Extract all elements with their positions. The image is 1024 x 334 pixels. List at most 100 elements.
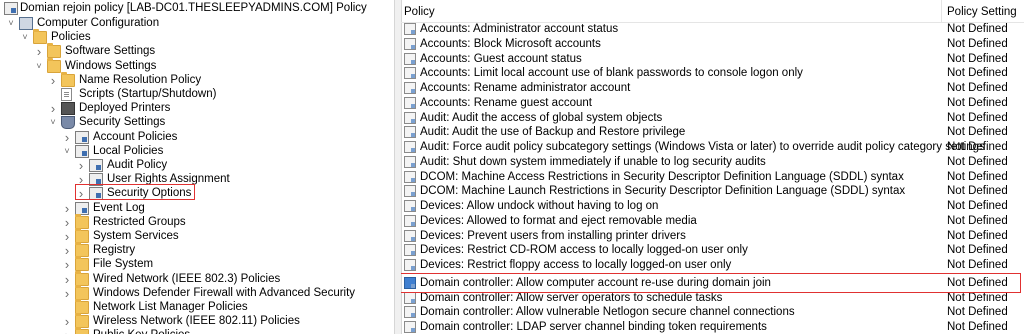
policy-row[interactable]: DCOM: Machine Access Restrictions in Sec… [401,170,1024,185]
expand-chevron-icon[interactable]: › [62,229,72,244]
policy-setting: Not Defined [947,306,1008,319]
policy-name: Domain controller: Allow vulnerable Netl… [420,306,795,319]
policy-name: Audit: Force audit policy subcategory se… [420,141,985,153]
policy-name: Devices: Allow undock without having to … [420,200,659,212]
expand-chevron-icon[interactable]: › [62,215,72,230]
policy-item-icon [404,259,416,271]
policy-setting: Not Defined [947,111,1008,124]
policy-row[interactable]: Audit: Force audit policy subcategory se… [401,140,1024,155]
tree-item-label: Wired Network (IEEE 802.3) Policies [93,272,281,285]
policy-name: Accounts: Administrator account status [420,23,619,35]
expand-chevron-icon[interactable]: › [62,243,72,258]
policy-row[interactable]: Accounts: Administrator account status No… [401,22,1024,37]
column-separator[interactable] [941,0,942,22]
policy-name: Accounts: Block Microsoft accounts [420,37,601,50]
console-tree[interactable]: Domian rejoin policy [LAB-DC01.THESLEEPY… [0,0,394,334]
shield-icon [61,116,75,130]
collapse-chevron-icon[interactable]: ˅ [48,115,58,130]
policy-name: Audit: Audit the access of global system… [420,111,663,124]
collapse-chevron-icon[interactable]: ˅ [34,59,44,74]
policy-item-icon [404,96,416,109]
policy-item-icon [404,185,416,198]
policy-row[interactable]: Accounts: Rename administrator account No… [401,81,1024,96]
collapse-chevron-icon[interactable]: ˅ [62,144,72,159]
collapse-chevron-icon[interactable]: ˅ [20,30,30,45]
policy-setting: Not Defined [947,214,1008,227]
tree-item-label: Windows Settings [65,59,157,72]
column-header-policy-setting[interactable]: Policy Setting [947,6,1017,18]
printer-icon [61,102,75,116]
policy-row[interactable]: Audit: Shut down system immediately if u… [401,155,1024,170]
expand-chevron-icon[interactable]: › [62,286,72,301]
policy-icon [75,201,89,215]
policy-setting: Not Defined [947,82,1008,94]
expand-chevron-icon[interactable]: › [48,101,58,116]
no-expander [48,87,58,102]
expand-chevron-icon[interactable]: › [76,158,86,173]
expand-chevron-icon[interactable]: › [62,272,72,287]
list-header: Policy Policy Setting [401,0,1024,23]
policy-row[interactable]: Accounts: Block Microsoft accounts Not De… [401,37,1024,52]
tree-item-label: Wireless Network (IEEE 802.11) Policies [93,315,300,328]
policy-row[interactable]: Devices: Restrict floppy access to local… [401,258,1024,273]
no-expander [62,300,72,315]
policy-row[interactable]: Accounts: Limit local account use of bla… [401,66,1024,81]
folder-icon [75,242,89,258]
tree-item-label: System Services [93,230,179,242]
policy-item-icon [404,291,416,304]
folder-icon [47,57,61,73]
policy-setting: Not Defined [947,200,1008,212]
policy-setting: Not Defined [947,96,1008,109]
folder-icon [33,29,47,45]
expand-chevron-icon[interactable]: › [62,201,72,216]
tree-item-label: Security Settings [79,116,166,129]
expand-chevron-icon[interactable]: › [62,130,72,145]
policy-item-icon [404,141,416,153]
policy-setting: Not Defined [947,185,1008,198]
policy-setting: Not Defined [947,321,1008,333]
tree-item-label: Event Log [93,201,145,214]
policy-item-icon [404,82,416,94]
policy-name: Devices: Restrict CD-ROM access to local… [420,244,748,257]
policy-setting: Not Defined [947,244,1008,257]
expand-chevron-icon[interactable]: › [62,314,72,329]
policy-name: Devices: Allowed to format and eject rem… [420,214,697,227]
policy-item-icon [404,52,416,65]
policy-icon [75,130,89,144]
expand-chevron-icon[interactable]: › [62,328,72,334]
policy-item-icon [404,23,416,35]
tree-item-label: Computer Configuration [37,17,160,29]
policy-row[interactable]: Accounts: Guest account status Not Define… [401,52,1024,67]
policy-row[interactable]: Devices: Allow undock without having to … [401,199,1024,214]
policy-row[interactable]: Audit: Audit the access of global system… [401,111,1024,126]
expand-chevron-icon[interactable]: › [62,257,72,272]
policy-row[interactable]: DCOM: Machine Launch Restrictions in Sec… [401,184,1024,199]
policy-row[interactable]: Domain controller: Allow vulnerable Netl… [401,305,1024,320]
expand-chevron-icon[interactable]: › [34,44,44,59]
policy-icon [89,159,103,172]
policy-row[interactable]: Audit: Audit the use of Backup and Resto… [401,125,1024,140]
expand-chevron-icon[interactable]: › [48,73,58,88]
policy-row[interactable]: Devices: Allowed to format and eject rem… [401,214,1024,229]
policy-item-icon [404,111,416,124]
folder-icon [61,71,75,87]
policy-list[interactable]: Policy Policy Setting Accounts: Administ… [401,0,1024,334]
tree-item-label: Public Key Policies [93,328,190,334]
folder-icon [75,299,89,314]
policy-setting: Not Defined [947,155,1008,168]
policy-row[interactable]: Devices: Prevent users from installing p… [401,229,1024,244]
policy-setting: Not Defined [947,259,1008,271]
tree-item-label: Windows Defender Firewall with Advanced … [93,286,356,299]
policy-name: Devices: Restrict floppy access to local… [420,259,732,271]
column-header-policy[interactable]: Policy [404,6,435,18]
policy-setting: Not Defined [947,126,1008,139]
policy-name: Accounts: Rename administrator account [420,82,631,94]
document-icon [61,88,72,101]
collapse-chevron-icon[interactable]: ˅ [6,16,16,31]
policy-row[interactable]: Devices: Restrict CD-ROM access to local… [401,243,1024,258]
tree-item-label: Restricted Groups [93,215,186,228]
policy-row[interactable]: Accounts: Rename guest account Not Define… [401,96,1024,111]
policy-row[interactable]: Domain controller: LDAP server channel b… [401,320,1024,334]
tree-item-label: Audit Policy [107,159,168,171]
policy-item-icon [404,170,416,183]
